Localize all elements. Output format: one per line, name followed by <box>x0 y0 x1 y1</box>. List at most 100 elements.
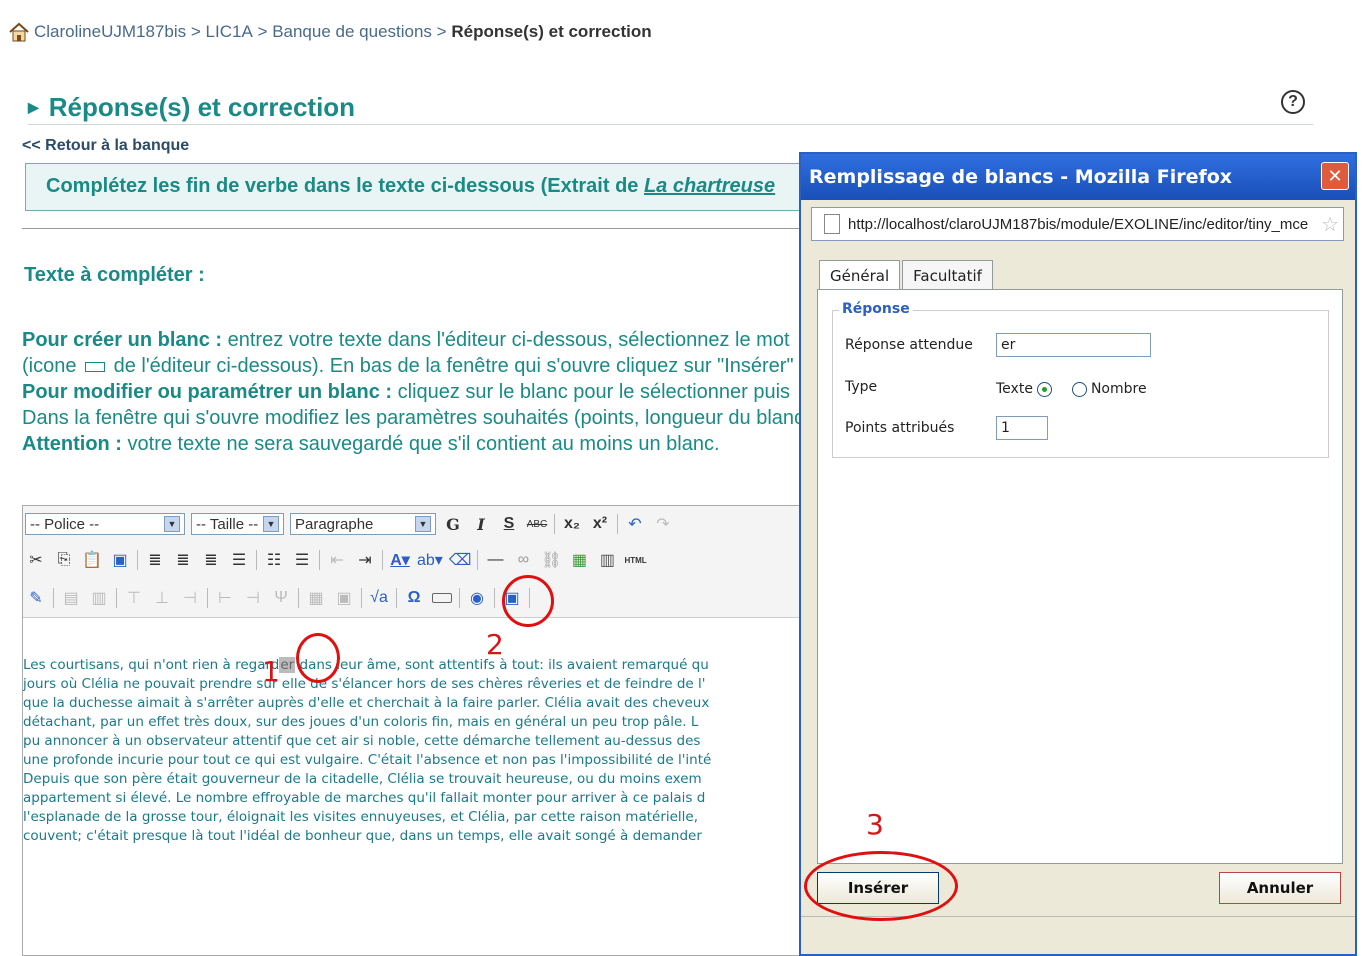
strikethrough-button[interactable]: S <box>498 513 520 535</box>
outdent-icon[interactable]: ⇤ <box>326 549 348 571</box>
breadcrumb-item-question-bank[interactable]: Banque de questions <box>272 22 432 42</box>
image-icon[interactable]: ▦ <box>568 549 590 571</box>
editor-content[interactable]: Les courtisans, qui n'ont rien à regarde… <box>23 656 813 846</box>
toolbar-separator <box>298 588 299 608</box>
insert-blank-button[interactable] <box>431 587 453 609</box>
media-icon[interactable]: ▥ <box>596 549 618 571</box>
text-color-icon[interactable]: A▾ <box>389 549 411 571</box>
breadcrumb-separator: > <box>257 22 268 41</box>
toolbar-separator <box>116 588 117 608</box>
status-bar <box>801 916 1355 954</box>
home-icon[interactable] <box>8 22 30 42</box>
format-select-value: Paragraphe <box>295 515 374 533</box>
cancel-button[interactable]: Annuler <box>1219 872 1341 904</box>
spellcheck-button[interactable]: ABC <box>526 513 548 535</box>
delete-row-icon[interactable]: ⊣ <box>179 587 201 609</box>
editor-line: appartement si élevé. Le nombre effroyab… <box>23 790 706 806</box>
popup-titlebar[interactable]: Remplissage de blancs - Mozilla Firefox … <box>801 154 1355 200</box>
copy-icon[interactable]: ⎘ <box>53 549 75 571</box>
size-select[interactable]: -- Taille -- ▼ <box>191 513 284 535</box>
table-cell-props-icon[interactable]: ▥ <box>88 587 110 609</box>
editor-line: Les courtisans, qui n'ont rien à regarde… <box>23 656 813 675</box>
highlight-icon[interactable]: ab▾ <box>417 549 443 571</box>
bullet-list-icon[interactable]: ☷ <box>263 549 285 571</box>
insert-row-after-icon[interactable]: ⊥ <box>151 587 173 609</box>
question-statement: Complétez les fin de verbe dans le texte… <box>25 163 825 211</box>
unlink-icon[interactable]: ⛓ <box>540 549 562 571</box>
eraser-icon[interactable]: ⌫ <box>449 549 472 571</box>
type-number-radio[interactable] <box>1071 381 1087 397</box>
tab-optional[interactable]: Facultatif <box>902 260 993 291</box>
align-justify-icon[interactable]: ☰ <box>228 549 250 571</box>
redo-icon[interactable]: ↷ <box>652 513 674 535</box>
type-label: Type <box>845 379 878 395</box>
close-icon[interactable]: ✕ <box>1321 162 1349 190</box>
editor-line: jours où Clélia ne pouvait prendre sur e… <box>23 676 706 692</box>
answer-input[interactable]: er <box>996 333 1151 357</box>
editor-toolbar: -- Police -- ▼ -- Taille -- ▼ Paragraphe ▼ … <box>23 506 812 618</box>
popup-tabs: Général Facultatif <box>819 260 995 291</box>
bold-button[interactable]: G <box>442 513 464 535</box>
breadcrumb-item-course[interactable]: LIC1A <box>206 22 253 42</box>
help-icon-hint-post: de l'éditeur ci-dessous). En bas de la f… <box>108 355 794 377</box>
insert-col-after-icon[interactable]: ⊣ <box>242 587 264 609</box>
table-icon[interactable]: ▦ <box>305 587 327 609</box>
editor-line: Depuis que son père était gouverneur de … <box>23 771 702 787</box>
blank-field[interactable]: er <box>279 657 296 673</box>
html-source-button[interactable]: HTML <box>624 549 646 571</box>
help-circle-icon[interactable]: ◉ <box>466 587 488 609</box>
special-char-icon[interactable]: Ω <box>403 587 425 609</box>
toolbar-separator <box>396 588 397 608</box>
annotation-circle-2 <box>502 575 554 627</box>
toolbar-separator <box>494 588 495 608</box>
statement-text: Complétez les fin de verbe dans le texte… <box>46 175 644 197</box>
editor-line: une profonde incurie pour tout ce qui es… <box>23 752 712 768</box>
superscript-button[interactable]: x² <box>589 513 611 535</box>
undo-icon[interactable]: ↶ <box>624 513 646 535</box>
align-center-icon[interactable]: ≣ <box>172 549 194 571</box>
font-select[interactable]: -- Police -- ▼ <box>25 513 185 535</box>
edit-icon[interactable]: ✎ <box>25 587 47 609</box>
align-left-icon[interactable]: ≣ <box>144 549 166 571</box>
toolbar-row-1: -- Police -- ▼ -- Taille -- ▼ Paragraphe ▼ … <box>25 508 674 540</box>
help-icon[interactable]: ? <box>1281 90 1305 114</box>
align-right-icon[interactable]: ≣ <box>200 549 222 571</box>
page-icon <box>824 214 840 234</box>
cut-icon[interactable]: ✂ <box>25 549 47 571</box>
url-bar[interactable]: http://localhost/claroUJM187bis/module/E… <box>811 207 1344 241</box>
insert-col-before-icon[interactable]: ⊢ <box>214 587 236 609</box>
help-modify-detail: Dans la fenêtre qui s'ouvre modifiez les… <box>22 407 805 429</box>
help-modify-label: Pour modifier ou paramétrer un blanc : <box>22 381 393 403</box>
math-formula-icon[interactable]: √a <box>368 587 390 609</box>
points-input[interactable]: 1 <box>996 416 1048 440</box>
points-label: Points attribués <box>845 420 955 436</box>
help-icon-hint-pre: (icone <box>22 355 83 377</box>
type-options: Texte Nombre <box>996 381 1147 397</box>
tab-general[interactable]: Général <box>819 260 901 290</box>
star-icon[interactable]: ☆ <box>1321 212 1339 237</box>
paste-icon[interactable]: 📋 <box>81 549 103 571</box>
toolbar-separator <box>53 588 54 608</box>
back-to-bank-link[interactable]: << Retour à la banque <box>22 137 189 155</box>
link-icon[interactable]: ∞ <box>512 549 534 571</box>
editor-line: pu annoncer à un observateur attentif qu… <box>23 733 701 749</box>
numbered-list-icon[interactable]: ☰ <box>291 549 313 571</box>
type-text-radio[interactable] <box>1036 381 1052 397</box>
format-select[interactable]: Paragraphe ▼ <box>290 513 436 535</box>
horizontal-rule-icon[interactable]: — <box>484 549 506 571</box>
fieldset-legend: Réponse <box>839 301 913 317</box>
merge-cells-icon[interactable]: ▣ <box>333 587 355 609</box>
italic-button[interactable]: I <box>470 513 492 535</box>
insert-row-before-icon[interactable]: ⊤ <box>123 587 145 609</box>
table-row-props-icon[interactable]: ▤ <box>60 587 82 609</box>
breadcrumb: ClarolineUJM187bis > LIC1A > Banque de q… <box>8 22 652 42</box>
toolbar-separator <box>137 550 138 570</box>
toolbar-separator <box>477 550 479 570</box>
toolbar-separator <box>256 550 257 570</box>
answer-label: Réponse attendue <box>845 337 973 353</box>
subscript-button[interactable]: x₂ <box>561 513 583 535</box>
paste-word-icon[interactable]: ▣ <box>109 549 131 571</box>
delete-col-icon[interactable]: Ψ <box>270 587 292 609</box>
breadcrumb-item-course-space[interactable]: ClarolineUJM187bis <box>34 22 186 42</box>
indent-icon[interactable]: ⇥ <box>354 549 376 571</box>
